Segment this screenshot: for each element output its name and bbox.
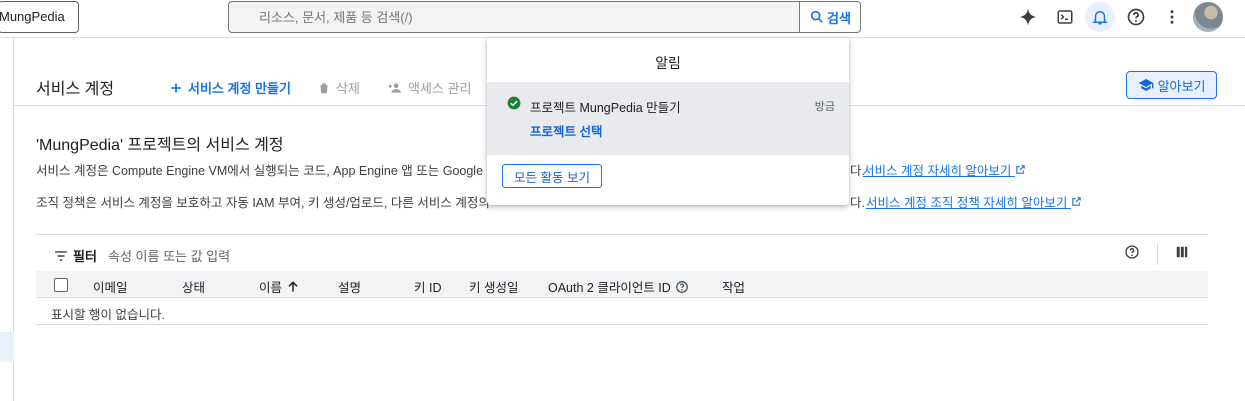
column-key-created[interactable]: 키 생성일 (469, 277, 518, 296)
delete-button[interactable]: 삭제 (317, 78, 360, 97)
column-label: 상태 (182, 281, 206, 295)
table-empty-row: 표시할 행이 없습니다. (36, 298, 1208, 325)
filter-button[interactable]: 필터 (54, 246, 97, 265)
filter-input[interactable]: 속성 이름 또는 값 입력 (108, 246, 230, 265)
column-label: 키 ID (414, 281, 442, 295)
filter-bar: 필터 속성 이름 또는 값 입력 (36, 234, 1208, 271)
more-vert-icon[interactable] (1157, 2, 1187, 32)
manage-access-button[interactable]: 액세스 관리 (387, 78, 471, 97)
notifications-bell-icon[interactable] (1085, 2, 1115, 32)
notifications-panel: 알림 프로젝트 MungPedia 만들기 방금 프로젝트 선택 모든 활동 보… (487, 38, 849, 205)
notification-item[interactable]: 프로젝트 MungPedia 만들기 방금 프로젝트 선택 (487, 82, 849, 155)
column-label: OAuth 2 클라이언트 ID (548, 281, 671, 295)
access-button-label: 액세스 관리 (408, 81, 472, 96)
left-rail-edge (13, 38, 14, 64)
delete-button-label: 삭제 (336, 81, 360, 96)
create-button-label: 서비스 계정 만들기 (188, 81, 291, 96)
school-icon (1138, 79, 1153, 91)
learn-org-policies-link[interactable]: 서비스 계정 조직 정책 자세히 알아보기 (866, 192, 1082, 211)
avatar[interactable] (1193, 2, 1223, 32)
column-oauth-client-id[interactable]: OAuth 2 클라이언트 ID (548, 277, 689, 296)
external-link-icon (1016, 165, 1025, 174)
select-project-link[interactable]: 프로젝트 선택 (530, 121, 602, 140)
person-add-icon (388, 82, 401, 93)
check-circle-icon (507, 96, 521, 110)
help-icon[interactable] (1124, 244, 1140, 263)
search-button[interactable]: 검색 (799, 1, 861, 33)
help-icon[interactable] (1121, 2, 1151, 32)
cloud-shell-icon[interactable] (1050, 2, 1080, 32)
notification-time: 방금 (814, 101, 835, 113)
column-actions: 작업 (722, 277, 745, 296)
help-icon[interactable] (675, 280, 689, 294)
top-bar: MungPedia 검색 (0, 0, 1245, 37)
column-label: 이름 (259, 281, 283, 295)
empty-message: 표시할 행이 없습니다. (51, 308, 165, 322)
notification-text: 프로젝트 MungPedia 만들기 (530, 101, 681, 115)
link-text: 서비스 계정 자세히 알아보기 (863, 164, 1012, 178)
column-email[interactable]: 이메일 (93, 277, 128, 296)
search-icon (810, 10, 823, 23)
project-picker[interactable]: MungPedia (0, 1, 79, 33)
search-input[interactable] (259, 2, 799, 32)
gemini-icon[interactable] (1013, 2, 1043, 32)
notifications-title: 알림 (655, 55, 681, 71)
select-all-checkbox[interactable] (54, 278, 68, 292)
page-title: 서비스 계정 (36, 81, 115, 98)
project-name: MungPedia (0, 9, 65, 24)
column-description[interactable]: 설명 (338, 277, 361, 296)
external-link-icon (1072, 197, 1081, 206)
left-nav-selected-item[interactable] (0, 332, 14, 362)
section-title: 'MungPedia' 프로젝트의 서비스 계정 (36, 137, 284, 154)
search-button-label: 검색 (827, 10, 851, 26)
link-text: 서비스 계정 조직 정책 자세히 알아보기 (866, 196, 1068, 210)
learn-button-label: 알아보기 (1157, 78, 1206, 94)
column-display-icon[interactable] (1175, 245, 1189, 262)
search-box[interactable] (228, 1, 800, 33)
column-label: 작업 (722, 281, 746, 295)
column-label: 키 생성일 (469, 281, 519, 295)
toolbar-divider (1157, 243, 1158, 265)
description-line-2: 조직 정책은 서비스 계정을 보호하고 자동 IAM 부여, 키 생성/업로드,… (36, 196, 490, 210)
table-header: 이메일 상태 이름 설명 키 ID 키 생성일 OAuth 2 클라이언트 ID… (36, 271, 1208, 298)
column-name[interactable]: 이름 (259, 277, 300, 296)
learn-button[interactable]: 알아보기 (1126, 71, 1217, 99)
column-label: 설명 (338, 281, 362, 295)
description-line-2-tail: 다. (850, 196, 865, 210)
column-key-id[interactable]: 키 ID (414, 277, 441, 296)
filter-icon (55, 250, 67, 261)
view-all-activity-button[interactable]: 모든 활동 보기 (502, 164, 602, 188)
create-service-account-button[interactable]: 서비스 계정 만들기 (169, 78, 291, 97)
trash-icon (319, 82, 329, 93)
filter-label: 필터 (73, 249, 97, 264)
column-status[interactable]: 상태 (182, 277, 205, 296)
learn-service-accounts-link[interactable]: 서비스 계정 자세히 알아보기 (863, 160, 1026, 179)
add-icon (171, 82, 181, 93)
sort-ascending-icon (288, 280, 298, 292)
column-label: 이메일 (93, 281, 128, 295)
description-line-1: 서비스 계정은 Compute Engine VM에서 실행되는 코드, App… (36, 164, 499, 178)
